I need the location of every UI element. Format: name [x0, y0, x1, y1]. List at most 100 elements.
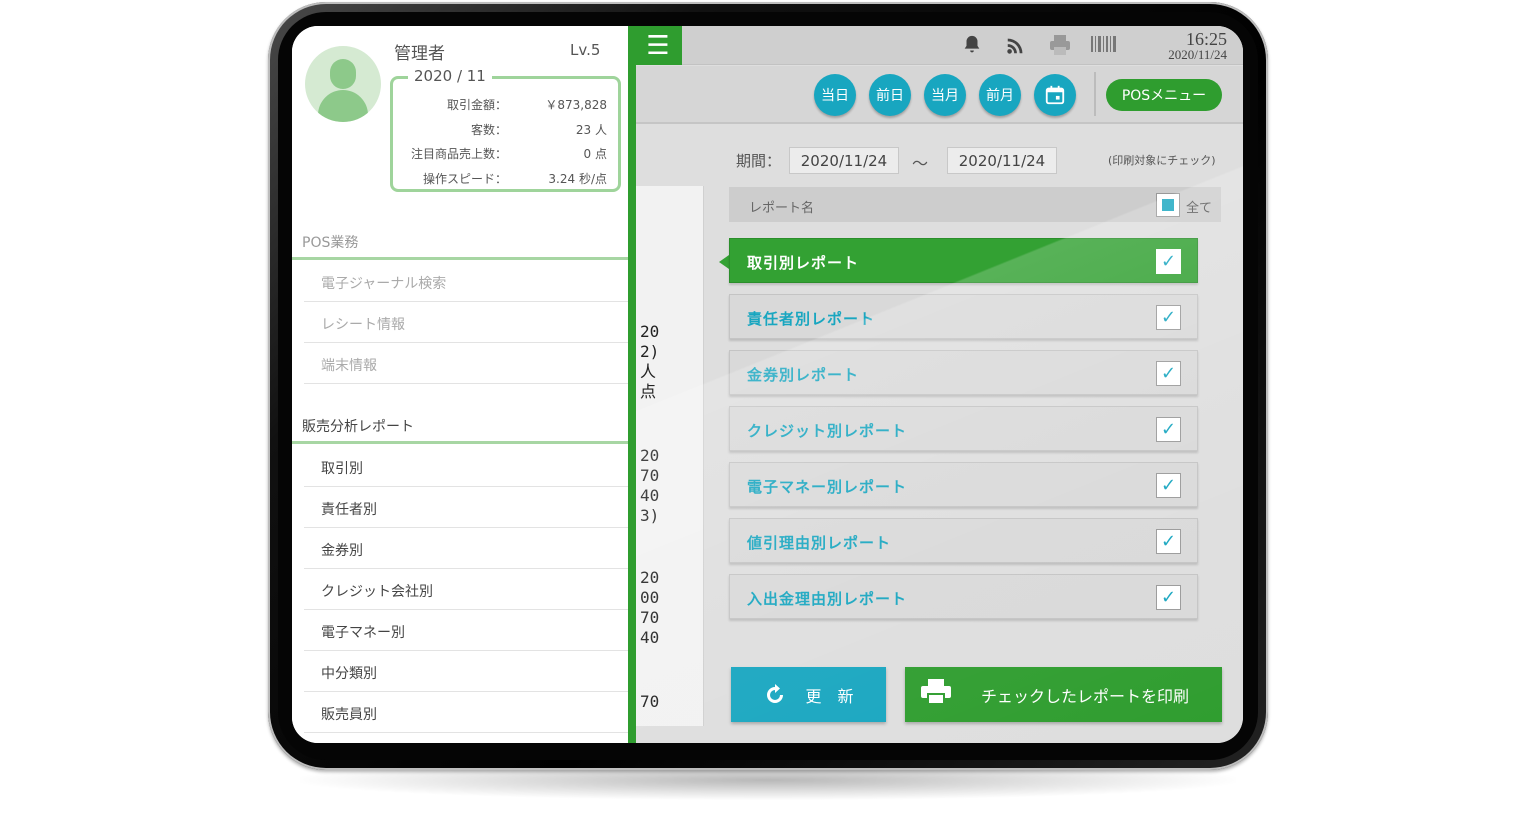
refresh-label: 更 新 [805, 686, 854, 706]
report-checkbox[interactable]: ✓ [1156, 417, 1181, 442]
menu-icon[interactable]: ☰ [634, 26, 682, 65]
sidebar-item-credit-company[interactable]: クレジット会社別 [304, 569, 628, 610]
refresh-icon [767, 683, 784, 703]
toolbar-divider [1094, 72, 1096, 116]
report-checkbox[interactable]: ✓ [1156, 529, 1181, 554]
report-list-header: レポート名 [729, 187, 1221, 222]
stat-value: 23 人 [575, 123, 607, 137]
sidebar-item-label: 中分類別 [321, 666, 377, 682]
report-item[interactable]: 金券別レポート ✓ [729, 350, 1198, 395]
refresh-button[interactable]: 更 新 [731, 667, 886, 722]
this-month-button[interactable]: 当月 [924, 74, 966, 116]
stat-value: 3.24 秒/点 [548, 172, 607, 186]
stat-value: 0 点 [583, 147, 607, 161]
section-divider [292, 441, 628, 444]
receipt-line: 40 [640, 486, 660, 505]
receipt-line: 20 [640, 568, 660, 587]
receipt-line: 20 [640, 322, 660, 341]
stat-label: 取引金額： [446, 98, 507, 112]
report-item[interactable]: 取引別レポート ✓ [729, 238, 1198, 283]
sidebar-item-salesperson[interactable]: 販売員別 [304, 692, 628, 733]
top-bar [634, 26, 1243, 65]
report-section-title: 販売分析レポート [302, 419, 414, 435]
previous-day-button[interactable]: 前日 [869, 74, 911, 116]
report-checkbox[interactable]: ✓ [1156, 473, 1181, 498]
report-item-name: 責任者別レポート [747, 310, 876, 328]
print-checked-button[interactable]: チェックしたレポートを印刷 [905, 667, 1222, 722]
sidebar-item-label: 端末情報 [321, 358, 377, 374]
print-icon [919, 678, 953, 712]
pos-menu-button[interactable]: POSメニュー [1106, 79, 1222, 111]
avatar [305, 46, 381, 122]
sidebar-item-subcategory[interactable]: 中分類別 [304, 651, 628, 692]
receipt-line: 70 [640, 692, 660, 711]
sidebar-item-journal-search[interactable]: 電子ジャーナル検索 [304, 261, 628, 302]
receipt-line: 40 [640, 628, 660, 647]
previous-month-button[interactable]: 前月 [979, 74, 1021, 116]
period-to-field[interactable]: 2020/11/24 [947, 147, 1057, 174]
receipt-line: 00 [640, 588, 660, 607]
stats-month: 2020 / 11 [408, 67, 492, 85]
select-all-label: 全て [1186, 201, 1213, 216]
sidebar-item-label: 取引別 [321, 461, 363, 477]
report-item-name: 電子マネー別レポート [747, 478, 908, 496]
stat-label: 操作スピード： [422, 172, 507, 186]
report-item-name: 取引別レポート [747, 254, 860, 272]
sidebar-item-label: 責任者別 [321, 502, 377, 518]
sidebar-item-label: レシート情報 [321, 317, 405, 333]
select-all-checkbox[interactable] [1156, 193, 1180, 217]
report-item[interactable]: 値引理由別レポート ✓ [729, 518, 1198, 563]
sidebar-item-label: 販売員別 [321, 707, 377, 723]
barcode-icon [1090, 34, 1118, 56]
calendar-icon [1045, 85, 1065, 105]
sidebar-item-label: 電子ジャーナル検索 [321, 276, 447, 292]
report-item[interactable]: 電子マネー別レポート ✓ [729, 462, 1198, 507]
stat-value: ￥873,828 [545, 98, 607, 112]
sidebar-item-transaction[interactable]: 取引別 [304, 446, 628, 487]
user-level: Lv.5 [570, 41, 601, 59]
sidebar: 管理者 Lv.5 2020 / 11 取引金額： ￥873,828 客数： 23 人… [292, 26, 636, 743]
report-item-name: 値引理由別レポート [747, 534, 892, 552]
wifi-icon [1004, 34, 1028, 56]
clock-time: 16:25 [1185, 29, 1227, 49]
sidebar-item-label: クレジット会社別 [321, 584, 433, 600]
clock-date: 2020/11/24 [1168, 47, 1227, 62]
receipt-line: 3) [640, 506, 660, 525]
clock: 16:25 2020/11/24 [1168, 30, 1227, 61]
sidebar-item-e-money[interactable]: 電子マネー別 [304, 610, 628, 651]
bell-icon[interactable] [960, 34, 984, 56]
receipt-line: 人 [640, 362, 657, 381]
period-label: 期間： [736, 152, 782, 170]
report-checkbox[interactable]: ✓ [1156, 361, 1181, 386]
report-item[interactable]: クレジット別レポート ✓ [729, 406, 1198, 451]
report-item-name: クレジット別レポート [747, 422, 908, 440]
period-separator: 〜 [912, 154, 929, 173]
print-hint: (印刷対象にチェック) [1108, 154, 1216, 167]
report-item[interactable]: 責任者別レポート ✓ [729, 294, 1198, 339]
receipt-line: 点 [640, 382, 657, 401]
report-checkbox[interactable]: ✓ [1156, 585, 1181, 610]
report-item-name: 入出金理由別レポート [747, 590, 908, 608]
print-checked-label: チェックしたレポートを印刷 [981, 686, 1190, 706]
printer-icon [1048, 34, 1072, 56]
report-checkbox[interactable]: ✓ [1156, 249, 1181, 274]
sidebar-item-voucher[interactable]: 金券別 [304, 528, 628, 569]
stat-label: 客数： [470, 123, 507, 137]
receipt-line: 20 [640, 446, 660, 465]
sidebar-item-label: 金券別 [321, 543, 363, 559]
sidebar-item-terminal-info[interactable]: 端末情報 [304, 343, 628, 384]
receipt-line: 70 [640, 608, 660, 627]
receipt-line: 2) [640, 342, 660, 361]
calendar-button[interactable] [1034, 74, 1076, 116]
report-item[interactable]: 入出金理由別レポート ✓ [729, 574, 1198, 619]
sidebar-item-receipt-info[interactable]: レシート情報 [304, 302, 628, 343]
pos-section-title: POS業務 [302, 235, 359, 251]
report-checkbox[interactable]: ✓ [1156, 305, 1181, 330]
report-item-name: 金券別レポート [747, 366, 860, 384]
receipt-line: 70 [640, 466, 660, 485]
period-from-field[interactable]: 2020/11/24 [789, 147, 899, 174]
today-button[interactable]: 当日 [814, 74, 856, 116]
user-name: 管理者 [394, 44, 445, 64]
active-pointer [719, 255, 729, 269]
sidebar-item-manager[interactable]: 責任者別 [304, 487, 628, 528]
